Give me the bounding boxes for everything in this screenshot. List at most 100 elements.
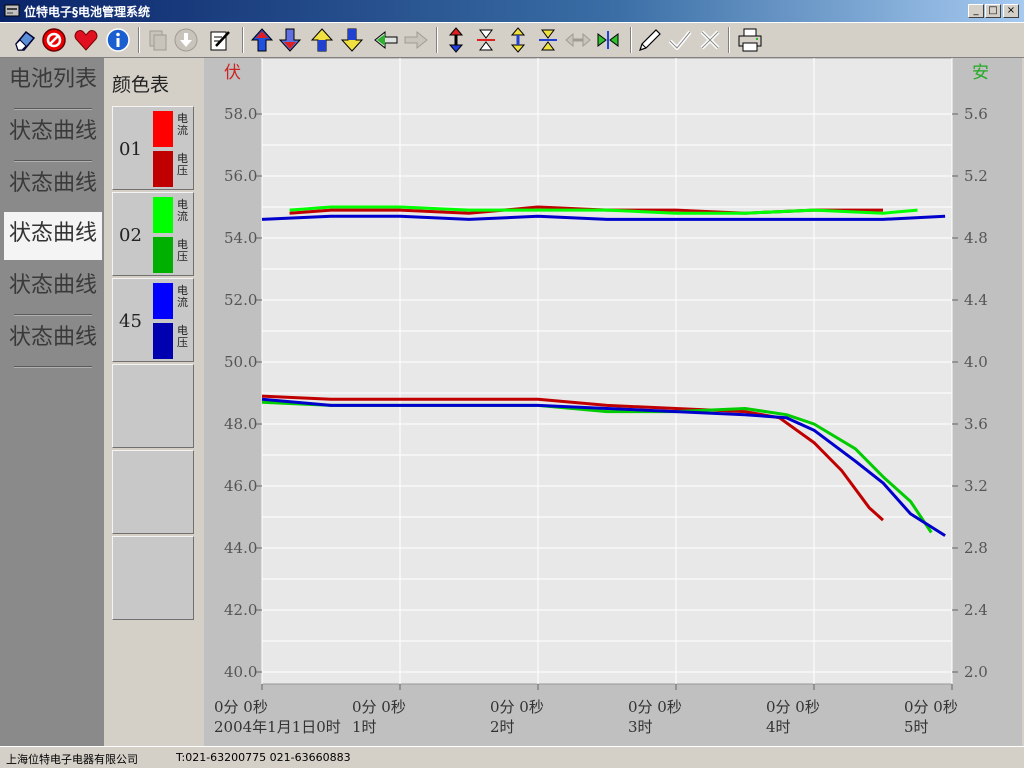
cross-icon: [700, 30, 720, 50]
arrow-down-yellow-icon: [340, 28, 364, 52]
printer-icon: [738, 28, 762, 52]
y-tick-label-right: 5.6: [964, 105, 988, 123]
y-tick-label-right: 2.0: [964, 663, 988, 681]
info-button[interactable]: [104, 26, 132, 54]
nav-item-status-curve-3[interactable]: 状态曲线: [4, 212, 102, 260]
expand-vertical-button[interactable]: [442, 26, 470, 54]
voltage-tag: 电压: [177, 152, 188, 177]
nav-item-status-curve-1[interactable]: 状态曲线: [4, 110, 102, 158]
app-icon: [4, 4, 20, 17]
company-name: 上海位特电子电器有限公司: [6, 753, 138, 766]
legend-group[interactable]: 01 电流电压: [112, 106, 194, 190]
arrow-up-yellow-button[interactable]: [308, 26, 336, 54]
legend-empty-slot: [112, 536, 194, 620]
expand-vertical-icon: [448, 27, 464, 53]
current-tag: 电流: [177, 198, 188, 223]
x-tick-label-time: 0分 0秒: [352, 698, 406, 716]
heart-icon: [74, 30, 98, 51]
nav-item-status-curve-2[interactable]: 状态曲线: [4, 162, 102, 210]
y-tick-label-left: 54.0: [224, 229, 257, 247]
printer-button[interactable]: [736, 26, 764, 54]
checkmark-button[interactable]: [666, 26, 694, 54]
expand-horizontal-icon: [565, 32, 591, 48]
y-tick-label-right: 4.8: [964, 229, 988, 247]
minimize-button[interactable]: _: [968, 4, 984, 18]
legend-group[interactable]: 02 电流 电压: [112, 192, 194, 276]
checkmark-icon: [668, 30, 692, 50]
current-tag: 电流: [177, 112, 188, 137]
status-chart[interactable]: 58.0 56.0 54.0 52.0 50.0 48.0 46.0 44.0 42.0 40.0…: [204, 58, 1022, 746]
x-tick-label-hour: 5时: [904, 718, 929, 736]
pencil-button[interactable]: [636, 26, 664, 54]
expand-vertical-yellow-button[interactable]: [504, 26, 532, 54]
arrow-up-yellow-icon: [310, 28, 334, 52]
right-axis-unit: 安: [972, 63, 989, 83]
compress-vertical-button[interactable]: [472, 26, 500, 54]
toolbar-separator: [728, 27, 730, 53]
nav-item-status-curve-4[interactable]: 状态曲线: [4, 264, 102, 312]
status-bar: 上海位特电子电器有限公司 T:021-63200775 021-63660883: [0, 746, 1024, 768]
current-color-swatch: [153, 197, 173, 233]
y-tick-label-left: 50.0: [224, 353, 257, 371]
y-tick-label-right: 2.4: [964, 601, 988, 619]
cross-button[interactable]: [696, 26, 724, 54]
x-tick-label-time: 0分 0秒: [628, 698, 682, 716]
y-tick-label-right: 3.2: [964, 477, 988, 495]
toolbar-separator: [436, 27, 438, 53]
expand-horizontal-button[interactable]: [564, 26, 592, 54]
close-button[interactable]: ×: [1003, 4, 1019, 18]
arrow-right-button[interactable]: [402, 26, 430, 54]
pencil-icon: [639, 29, 661, 51]
sidebar-nav: 电池列表 状态曲线 状态曲线 状态曲线 状态曲线 状态曲线: [0, 58, 104, 746]
nav-item-battery-list[interactable]: 电池列表: [4, 58, 102, 106]
arrow-up-icon: [250, 28, 274, 52]
legend-group[interactable]: 45 电流 电压: [112, 278, 194, 362]
x-tick-label-hour: 3时: [628, 718, 653, 736]
battery-id: 01: [119, 139, 142, 160]
current-color-swatch: [153, 111, 173, 147]
nav-label: 状态曲线: [9, 119, 98, 144]
arrow-down-yellow-button[interactable]: [338, 26, 366, 54]
compress-vertical-yellow-button[interactable]: [534, 26, 562, 54]
voltage-tag: 电压: [177, 324, 188, 349]
compress-horizontal-button[interactable]: [594, 26, 622, 54]
y-tick-label-right: 2.8: [964, 539, 988, 557]
divider: [14, 366, 92, 368]
x-tick-label-hour: 2004年1月1日0时: [214, 718, 341, 736]
copy-button[interactable]: [144, 26, 172, 54]
x-tick-label-time: 0分 0秒: [214, 698, 268, 716]
copy-icon: [149, 30, 167, 51]
download-button[interactable]: [172, 26, 200, 54]
chart-canvas[interactable]: 58.0 56.0 54.0 52.0 50.0 48.0 46.0 44.0 42.0 40.0…: [204, 58, 1022, 746]
toolbar-separator: [138, 27, 140, 53]
color-legend: 颜色表 01 电流 电压 02 电流 电压 45 电流 电压: [104, 58, 202, 746]
toolbar-separator: [242, 27, 244, 53]
compress-vertical-icon: [477, 29, 495, 51]
heart-button[interactable]: [72, 26, 100, 54]
current-tag: 电流: [177, 284, 188, 309]
arrow-left-icon: [374, 30, 398, 50]
no-entry-button[interactable]: [40, 26, 68, 54]
window-title: 位特电子§电池管理系统: [24, 5, 151, 19]
nav-item-status-curve-5[interactable]: 状态曲线: [4, 316, 102, 364]
arrow-down-button[interactable]: [276, 26, 304, 54]
current-color-swatch: [153, 283, 173, 319]
legend-empty-slot: [112, 450, 194, 534]
y-tick-label-left: 56.0: [224, 167, 257, 185]
y-tick-label-left: 44.0: [224, 539, 257, 557]
maximize-button[interactable]: □: [985, 4, 1001, 18]
legend-heading: 颜色表: [112, 74, 170, 96]
title-bar[interactable]: 位特电子§电池管理系统 _ □ ×: [0, 0, 1024, 22]
nav-label: 状态曲线: [9, 325, 98, 350]
arrow-left-button[interactable]: [372, 26, 400, 54]
voltage-color-swatch: [153, 237, 173, 273]
nav-label: 状态曲线: [9, 171, 98, 196]
eraser-button[interactable]: [10, 26, 38, 54]
y-tick-label-right: 4.4: [964, 291, 988, 309]
expand-vertical-yellow-icon: [510, 27, 526, 53]
arrow-up-button[interactable]: [248, 26, 276, 54]
left-axis-unit: 伏: [224, 63, 241, 83]
edit-document-button[interactable]: [206, 26, 234, 54]
voltage-tag: 电压: [177, 238, 188, 263]
y-tick-label-left: 48.0: [224, 415, 257, 433]
